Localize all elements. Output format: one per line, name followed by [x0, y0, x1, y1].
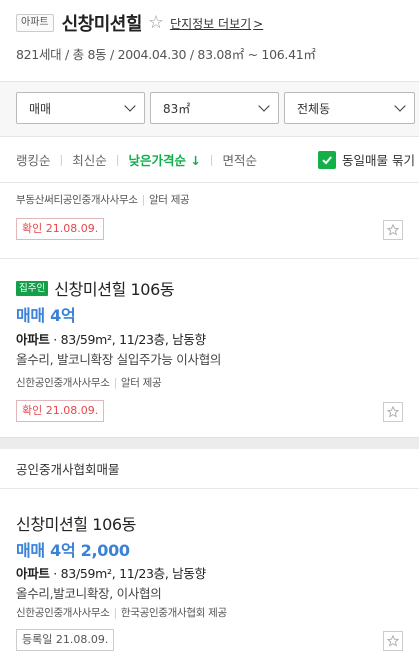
agency-name: 신한공인중개사사무소 [16, 377, 110, 389]
favorite-star-icon[interactable]: ☆ [148, 14, 164, 32]
sort-divider: | [209, 153, 214, 166]
association-section-title: 공인중개사협회매물 [0, 449, 419, 489]
listing-card[interactable]: 집주인 신창미션힐 106동 매매 4억 아파트 · 83/59m², 11/2… [0, 259, 419, 437]
agency-line: 부동산써티공인중개사사무소 | 알터 제공 [16, 192, 190, 207]
star-icon [387, 406, 399, 418]
sort-area[interactable]: 면적순 [223, 150, 258, 169]
same-listing-toggle[interactable]: 동일매물 묶기 [318, 150, 415, 169]
sort-bar: 랭킹순 | 최신순 | 낮은가격순 ↓ | 면적순 동일매물 묶기 [0, 137, 419, 183]
registered-date-badge: 등록일 21.08.09. [16, 629, 115, 651]
property-type-badge: 아파트 [16, 14, 54, 32]
listing-card[interactable]: 신창미션힐 106동 매매 4억 2,000 아파트 · 83/59m², 11… [0, 489, 419, 668]
agency-line: 신한공인중개사사무소 | 알터 제공 [16, 375, 162, 390]
listing-name: 신창미션힐 106동 [16, 515, 136, 534]
favorite-button[interactable] [383, 220, 403, 240]
complex-info-link[interactable]: 단지정보 더보기 > [170, 15, 263, 32]
chevron-down-icon [258, 100, 270, 112]
complex-info-link-label: 단지정보 더보기 [170, 16, 252, 31]
listing-spec: 아파트 · 83/59m², 11/23층, 남동향 [16, 563, 206, 582]
building-value: 전체동 [297, 101, 331, 116]
sort-ranking[interactable]: 랭킹순 [16, 150, 51, 169]
divider: | [113, 377, 118, 389]
confirm-date-badge: 확인 21.08.09. [16, 400, 105, 422]
chevron-down-icon [124, 100, 136, 112]
agency-name: 신한공인중개사사무소 [16, 607, 110, 619]
trade-type-select[interactable]: 매매 [16, 92, 145, 124]
favorite-button[interactable] [383, 631, 403, 651]
chevron-right-icon: > [253, 16, 264, 31]
divider: | [141, 194, 146, 206]
agency-name: 부동산써티공인중개사사무소 [16, 194, 138, 206]
sort-divider: | [115, 153, 120, 166]
same-listing-label: 동일매물 묶기 [342, 153, 415, 168]
provider-name: 알터 제공 [148, 194, 190, 206]
listing-description: 올수리,발코니확장, 이사협의 [16, 586, 162, 601]
owner-badge: 집주인 [16, 280, 49, 296]
listing-card[interactable]: 부동산써티공인중개사사무소 | 알터 제공 확인 21.08.09. [0, 183, 419, 259]
listing-name: 신창미션힐 106동 [54, 280, 175, 299]
complex-header: 아파트 신창미션힐 ☆ 단지정보 더보기 > 821세대 / 총 8동 / 200… [0, 0, 419, 81]
confirm-date-badge: 확인 21.08.09. [16, 218, 105, 240]
building-select[interactable]: 전체동 [284, 92, 415, 124]
listing-title-row: 집주인 신창미션힐 106동 [16, 276, 175, 300]
listing-spec: 아파트 · 83/59m², 11/23층, 남동향 [16, 329, 206, 348]
title-row: 아파트 신창미션힐 ☆ 단지정보 더보기 > [16, 12, 403, 35]
sort-low-price[interactable]: 낮은가격순 ↓ [128, 150, 200, 169]
listing-price: 매매 4억 2,000 [16, 541, 130, 560]
listing-spec-detail: · 83/59m², 11/23층, 남동향 [53, 332, 206, 347]
listing-description: 올수리, 발코니확장 실입주가능 이사협의 [16, 352, 222, 367]
divider: | [113, 607, 118, 619]
listing-spec-type: 아파트 [16, 566, 50, 581]
sort-divider: | [59, 153, 64, 166]
filter-bar: 매매 83㎡ 전체동 [0, 81, 419, 137]
listing-spec-detail: · 83/59m², 11/23층, 남동향 [53, 566, 206, 581]
provider-name: 한국공인중개사협회 제공 [120, 607, 227, 619]
provider-name: 알터 제공 [120, 377, 162, 389]
area-value: 83㎡ [163, 101, 191, 116]
complex-title: 신창미션힐 [61, 14, 143, 35]
section-divider [0, 437, 419, 449]
listing-spec-type: 아파트 [16, 332, 50, 347]
sort-latest[interactable]: 최신순 [72, 150, 107, 169]
checkmark-icon [322, 155, 332, 164]
listing-price: 매매 4억 [16, 306, 76, 325]
star-icon [387, 224, 399, 236]
complex-summary: 821세대 / 총 8동 / 2004.04.30 / 83.08㎡ ~ 106… [16, 47, 316, 62]
area-select[interactable]: 83㎡ [150, 92, 279, 124]
same-listing-checkbox[interactable] [318, 150, 337, 169]
star-icon [387, 635, 399, 647]
favorite-button[interactable] [383, 402, 403, 422]
chevron-down-icon [394, 100, 406, 112]
trade-type-value: 매매 [29, 101, 52, 116]
agency-line: 신한공인중개사사무소 | 한국공인중개사협회 제공 [16, 605, 227, 620]
